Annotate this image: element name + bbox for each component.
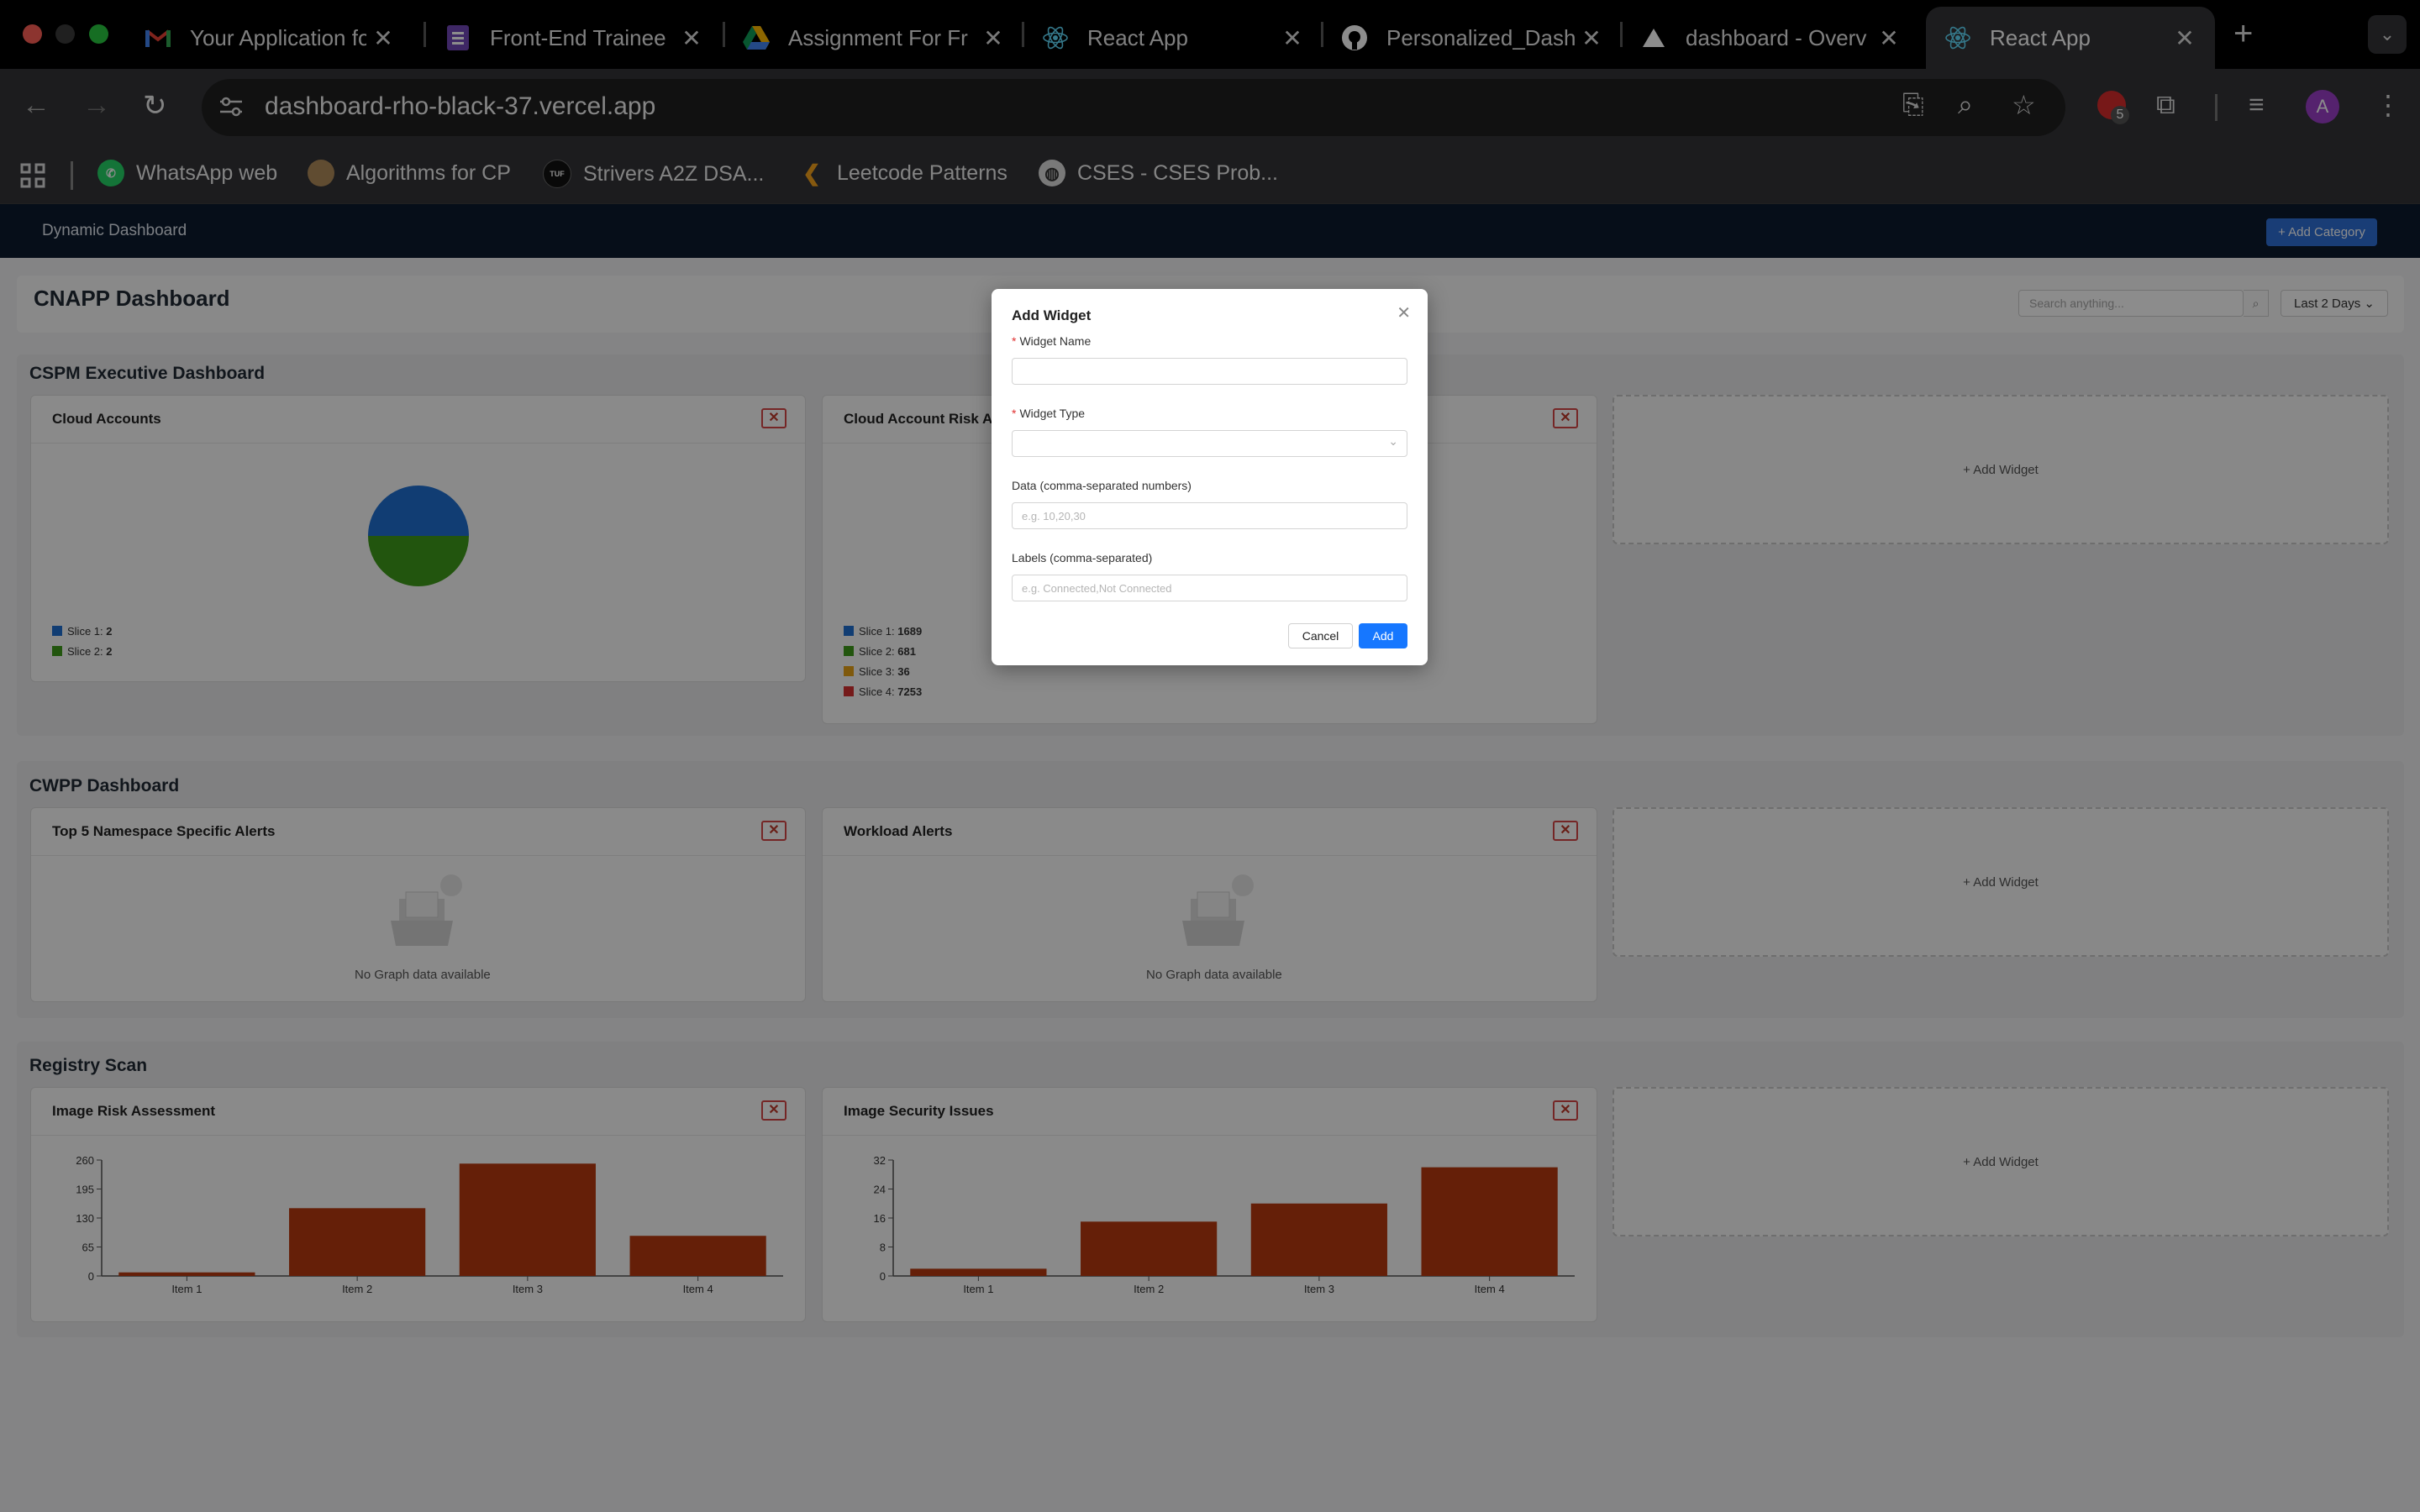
data-placeholder: e.g. 10,20,30 [1022,510,1086,522]
labels-label: Labels (comma-separated) [1012,551,1153,564]
label-text: Widget Name [1019,334,1092,348]
cancel-button[interactable]: Cancel [1288,623,1353,648]
modal-title: Add Widget [1012,307,1092,323]
labels-input[interactable]: e.g. Connected,Not Connected [1012,575,1407,601]
data-input[interactable]: e.g. 10,20,30 [1012,502,1407,529]
chevron-down-icon: ⌄ [1388,434,1398,448]
data-label: Data (comma-separated numbers) [1012,479,1192,492]
widget-type-label: * Widget Type [1012,407,1085,420]
widget-name-label: * Widget Name [1012,334,1091,348]
close-icon[interactable]: ✕ [1397,302,1411,323]
modal-backdrop[interactable] [0,0,2420,1512]
widget-name-input[interactable] [1012,358,1407,385]
required-marker: * [1012,407,1017,420]
labels-placeholder: e.g. Connected,Not Connected [1022,582,1172,595]
widget-type-select[interactable]: ⌄ [1012,430,1407,457]
required-marker: * [1012,334,1017,348]
label-text: Widget Type [1019,407,1086,420]
add-widget-modal: Add Widget ✕ * Widget Name * Widget Type ⌄… [992,289,1428,665]
add-button[interactable]: Add [1359,623,1407,648]
